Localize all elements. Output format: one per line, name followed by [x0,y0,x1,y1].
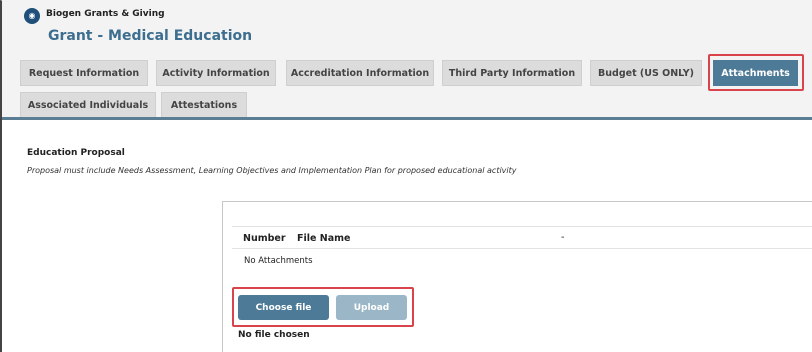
column-number: Number [243,233,286,244]
tab-activity-information[interactable]: Activity Information [156,60,276,86]
section-description: Proposal must include Needs Assessment, … [27,166,517,175]
column-dash: - [561,232,565,243]
tab-accreditation-information[interactable]: Accreditation Information [286,60,434,86]
file-status-text: No file chosen [238,330,310,340]
header-divider [2,117,812,120]
table-header-bottom-rule [232,248,812,249]
tab-request-information[interactable]: Request Information [20,60,148,86]
upload-buttons-highlight [232,287,414,327]
page-title: Grant - Medical Education [48,28,253,44]
brand-name: Biogen Grants & Giving [46,9,165,19]
column-file-name: File Name [297,233,351,244]
attachments-tab-highlight [708,54,804,91]
section-title: Education Proposal [27,148,125,158]
attachments-panel [222,201,812,352]
no-attachments-text: No Attachments [244,256,313,266]
brand-logo-icon: ◉ [24,8,40,24]
tab-associated-individuals[interactable]: Associated Individuals [20,92,156,118]
tab-budget-us-only[interactable]: Budget (US ONLY) [590,60,702,86]
tab-attestations[interactable]: Attestations [161,92,247,118]
tab-third-party-information[interactable]: Third Party Information [442,60,582,86]
table-header-top-rule [232,226,812,227]
